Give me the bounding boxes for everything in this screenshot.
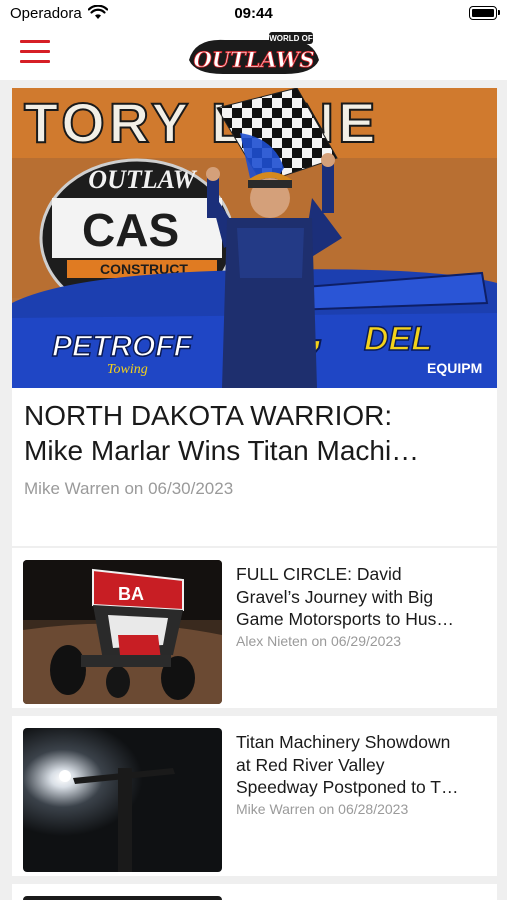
hamburger-menu-button[interactable] <box>20 40 52 66</box>
menu-icon-bar <box>20 40 50 43</box>
article-card-partial[interactable] <box>12 884 497 900</box>
article-title-line: Titan Machinery Showdown <box>236 732 451 752</box>
car-sponsor-left-sub: Towing <box>107 362 148 377</box>
article-title-line: at Red River Valley <box>236 754 385 775</box>
article-title: Titan Machinery Showdown at Red River Va… <box>236 731 488 799</box>
menu-icon-bar <box>20 50 50 53</box>
world-of-outlaws-logo: WORLD OF OUTLAWS <box>189 32 319 74</box>
article-thumbnail <box>23 728 222 872</box>
news-feed: TORY LANE OUTLAW CAS CONSTRUCT PETROFF T… <box>12 88 497 900</box>
status-time: 09:44 <box>234 5 273 22</box>
article-card[interactable]: BA FULL CIRCLE: David Gravel’s Journey w… <box>12 548 497 708</box>
featured-title-line-2: Mike Marlar Wins Titan Machi… <box>24 435 420 466</box>
nav-bar: WORLD OF OUTLAWS <box>0 28 507 80</box>
battery-icon <box>469 6 500 20</box>
featured-article-title: NORTH DAKOTA WARRIOR: Mike Marlar Wins T… <box>24 398 486 468</box>
car-sponsor-right: DEL <box>364 320 432 358</box>
status-bar: Operadora 09:44 <box>0 0 507 28</box>
sign-top-text: OUTLAW <box>88 165 197 194</box>
article-title: FULL CIRCLE: David Gravel’s Journey with… <box>236 563 488 631</box>
article-thumbnail <box>23 896 222 900</box>
article-title-line: FULL CIRCLE: David <box>236 564 402 584</box>
article-byline: Mike Warren on 06/28/2023 <box>236 801 409 817</box>
featured-article-card[interactable]: TORY LANE OUTLAW CAS CONSTRUCT PETROFF T… <box>12 88 497 546</box>
car-sponsor-right-sub: EQUIPM <box>427 360 482 376</box>
article-byline: Alex Nieten on 06/29/2023 <box>236 633 402 649</box>
logo-top-text: WORLD OF <box>269 34 313 43</box>
article-title-line: Gravel’s Journey with Big <box>236 586 434 607</box>
car-sponsor-left: PETROFF <box>52 330 193 363</box>
featured-article-image: TORY LANE OUTLAW CAS CONSTRUCT PETROFF T… <box>12 88 497 388</box>
sign-main-text: CAS <box>82 204 179 256</box>
article-thumbnail: BA <box>23 560 222 704</box>
article-card[interactable]: Titan Machinery Showdown at Red River Va… <box>12 716 497 876</box>
featured-article-byline: Mike Warren on 06/30/2023 <box>24 479 234 498</box>
logo-main-text: OUTLAWS <box>194 47 315 72</box>
thumbnail-wing-text: BA <box>118 584 144 604</box>
article-title-line: Speedway Postponed to T… <box>236 777 459 797</box>
menu-icon-bar <box>20 60 50 63</box>
featured-title-line-1: NORTH DAKOTA WARRIOR: <box>24 400 393 431</box>
article-title-line: Game Motorsports to Hus… <box>236 609 454 629</box>
